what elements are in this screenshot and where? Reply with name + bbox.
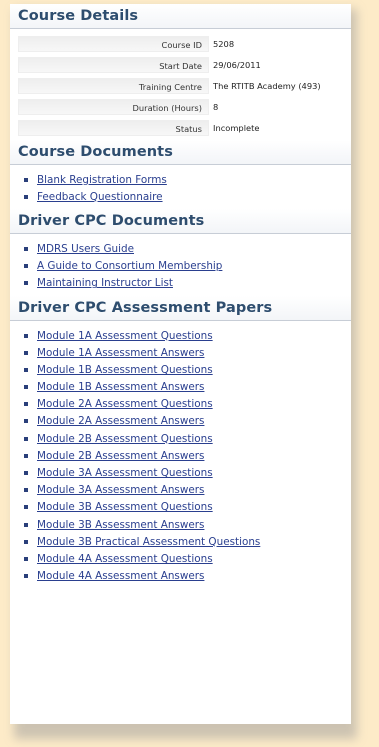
- course-documents-list: Blank Registration Forms Feedback Questi…: [10, 171, 351, 205]
- link-module-3a-questions[interactable]: Module 3A Assessment Questions: [37, 467, 213, 479]
- list-item: Module 4A Assessment Answers: [24, 568, 351, 585]
- bullet-icon: [24, 385, 28, 390]
- list-item: Module 1B Assessment Questions: [24, 361, 351, 378]
- list-item: Module 3A Assessment Questions: [24, 464, 351, 481]
- bullet-icon: [24, 453, 28, 458]
- course-panel: Course Details Course ID 5208 Start Date…: [10, 4, 351, 724]
- bullet-icon: [24, 177, 28, 182]
- detail-label: Course ID: [18, 36, 209, 52]
- list-item: Feedback Questionnaire: [24, 188, 351, 205]
- list-item: Module 2A Assessment Questions: [24, 396, 351, 413]
- link-module-1b-answers[interactable]: Module 1B Assessment Answers: [37, 381, 204, 393]
- bullet-icon: [24, 556, 28, 561]
- detail-row-status: Status Incomplete: [18, 119, 343, 137]
- course-details-table: Course ID 5208 Start Date 29/06/2011 Tra…: [18, 35, 343, 137]
- list-item: Module 3A Assessment Answers: [24, 482, 351, 499]
- link-module-2b-answers[interactable]: Module 2B Assessment Answers: [37, 450, 204, 462]
- link-maintaining-instructor-list[interactable]: Maintaining Instructor List: [37, 277, 173, 289]
- bullet-icon: [24, 194, 28, 199]
- bullet-icon: [24, 246, 28, 251]
- link-feedback-questionnaire[interactable]: Feedback Questionnaire: [37, 191, 163, 203]
- list-item: Module 1B Assessment Answers: [24, 379, 351, 396]
- detail-label: Start Date: [18, 57, 209, 73]
- bullet-icon: [24, 488, 28, 493]
- driver-cpc-documents-heading: Driver CPC Documents: [10, 209, 351, 235]
- detail-row-duration: Duration (Hours) 8: [18, 98, 343, 116]
- course-details-heading: Course Details: [10, 4, 351, 29]
- list-item: Maintaining Instructor List: [24, 275, 351, 292]
- detail-value: Incomplete: [213, 123, 260, 133]
- driver-cpc-documents-list: MDRS Users Guide A Guide to Consortium M…: [10, 240, 351, 292]
- bullet-icon: [24, 264, 28, 269]
- link-blank-registration-forms[interactable]: Blank Registration Forms: [37, 174, 167, 186]
- list-item: Module 1A Assessment Questions: [24, 327, 351, 344]
- bullet-icon: [24, 367, 28, 372]
- link-module-1a-answers[interactable]: Module 1A Assessment Answers: [37, 347, 204, 359]
- detail-value: 8: [213, 102, 219, 112]
- link-module-4a-questions[interactable]: Module 4A Assessment Questions: [37, 553, 213, 565]
- bullet-icon: [24, 333, 28, 338]
- detail-value: The RTITB Academy (493): [213, 81, 321, 91]
- bullet-icon: [24, 471, 28, 476]
- list-item: Module 4A Assessment Questions: [24, 550, 351, 567]
- bullet-icon: [24, 505, 28, 510]
- link-module-4a-answers[interactable]: Module 4A Assessment Answers: [37, 570, 204, 582]
- link-mdrs-users-guide[interactable]: MDRS Users Guide: [37, 243, 134, 255]
- link-module-3a-answers[interactable]: Module 3A Assessment Answers: [37, 484, 204, 496]
- detail-row-start-date: Start Date 29/06/2011: [18, 56, 343, 74]
- list-item: Module 2A Assessment Answers: [24, 413, 351, 430]
- link-module-3b-questions[interactable]: Module 3B Assessment Questions: [37, 501, 213, 513]
- bullet-icon: [24, 419, 28, 424]
- list-item: Module 2B Assessment Answers: [24, 447, 351, 464]
- detail-label: Training Centre: [18, 78, 209, 94]
- link-module-3b-practical-questions[interactable]: Module 3B Practical Assessment Questions: [37, 536, 260, 548]
- link-consortium-membership-guide[interactable]: A Guide to Consortium Membership: [37, 260, 222, 272]
- list-item: Module 3B Practical Assessment Questions: [24, 533, 351, 550]
- assessment-papers-heading: Driver CPC Assessment Papers: [10, 295, 351, 321]
- bullet-icon: [24, 539, 28, 544]
- detail-label: Status: [18, 120, 209, 136]
- link-module-1a-questions[interactable]: Module 1A Assessment Questions: [37, 330, 213, 342]
- list-item: Module 1A Assessment Answers: [24, 344, 351, 361]
- course-documents-heading: Course Documents: [10, 140, 351, 165]
- list-item: Blank Registration Forms: [24, 171, 351, 188]
- link-module-2a-answers[interactable]: Module 2A Assessment Answers: [37, 415, 204, 427]
- detail-value: 5208: [213, 39, 235, 49]
- bullet-icon: [24, 350, 28, 355]
- bullet-icon: [24, 281, 28, 286]
- list-item: Module 3B Assessment Questions: [24, 499, 351, 516]
- link-module-2b-questions[interactable]: Module 2B Assessment Questions: [37, 433, 213, 445]
- link-module-2a-questions[interactable]: Module 2A Assessment Questions: [37, 398, 213, 410]
- bullet-icon: [24, 436, 28, 441]
- list-item: A Guide to Consortium Membership: [24, 258, 351, 275]
- assessment-papers-list: Module 1A Assessment Questions Module 1A…: [10, 327, 351, 585]
- list-item: Module 3B Assessment Answers: [24, 516, 351, 533]
- detail-value: 29/06/2011: [213, 60, 261, 70]
- list-item: Module 2B Assessment Questions: [24, 430, 351, 447]
- detail-row-training-centre: Training Centre The RTITB Academy (493): [18, 77, 343, 95]
- bullet-icon: [24, 402, 28, 407]
- bullet-icon: [24, 522, 28, 527]
- bullet-icon: [24, 574, 28, 579]
- link-module-1b-questions[interactable]: Module 1B Assessment Questions: [37, 364, 213, 376]
- detail-label: Duration (Hours): [18, 99, 209, 115]
- detail-row-course-id: Course ID 5208: [18, 35, 343, 53]
- list-item: MDRS Users Guide: [24, 240, 351, 257]
- link-module-3b-answers[interactable]: Module 3B Assessment Answers: [37, 519, 204, 531]
